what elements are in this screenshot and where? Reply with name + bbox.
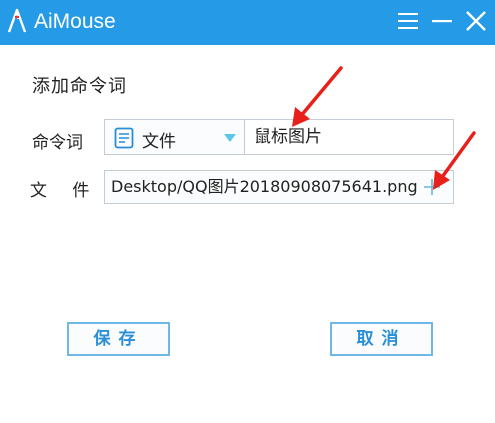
cancel-button[interactable]: 取消 bbox=[330, 322, 433, 356]
add-file-icon[interactable] bbox=[420, 173, 444, 201]
aimouse-logo-icon bbox=[7, 8, 27, 33]
document-icon bbox=[114, 127, 134, 149]
dialog-heading: 添加命令词 bbox=[32, 76, 127, 97]
close-icon[interactable] bbox=[464, 9, 488, 33]
file-path-input[interactable]: Desktop/QQ图片20180908075641.png bbox=[104, 170, 454, 204]
save-button[interactable]: 保存 bbox=[67, 322, 170, 356]
title-bar: AiMouse bbox=[0, 0, 495, 45]
minimize-icon[interactable] bbox=[430, 9, 454, 33]
file-label: 文 件 bbox=[30, 181, 100, 201]
command-type-value: 文件 bbox=[142, 132, 176, 152]
chevron-down-icon bbox=[224, 134, 236, 142]
command-label: 命令词 bbox=[32, 133, 83, 153]
dialog-body: 添加命令词 命令词 文件 鼠标图片 文 件 Desktop/QQ图片201809… bbox=[0, 45, 495, 423]
command-type-dropdown[interactable]: 文件 bbox=[104, 119, 245, 155]
app-title: AiMouse bbox=[34, 10, 116, 33]
command-word-input[interactable]: 鼠标图片 bbox=[244, 119, 454, 155]
menu-icon[interactable] bbox=[396, 9, 420, 33]
